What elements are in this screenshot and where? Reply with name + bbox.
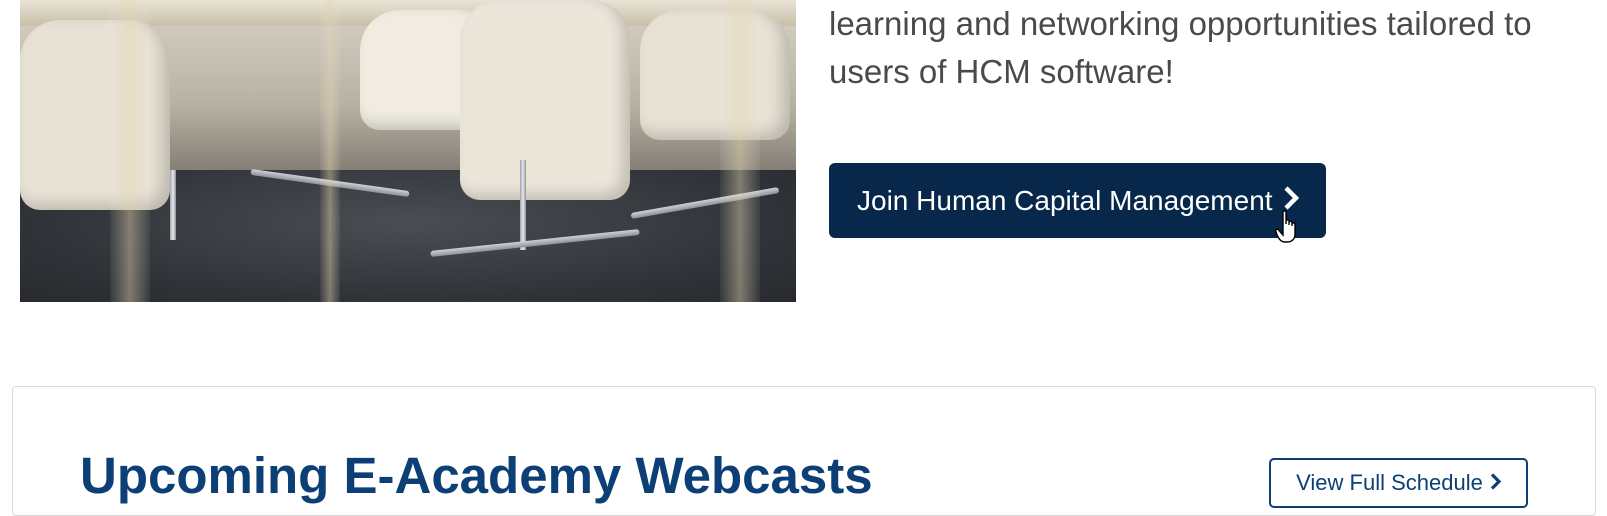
intro-line-1: learning and networking opportunities ta… [829,5,1532,42]
intro-line-2: users of HCM software! [829,53,1174,90]
webcasts-heading: Upcoming E-Academy Webcasts [80,447,873,504]
join-hcm-button[interactable]: Join Human Capital Management [829,163,1326,238]
view-full-schedule-button[interactable]: View Full Schedule [1269,458,1528,508]
hand-pointer-cursor-icon [1275,210,1296,243]
chevron-right-icon [1490,470,1502,496]
intro-text: learning and networking opportunities ta… [829,0,1589,96]
conference-room-photo [20,0,796,302]
schedule-button-label: View Full Schedule [1296,470,1483,495]
join-button-label: Join Human Capital Management [857,184,1273,216]
